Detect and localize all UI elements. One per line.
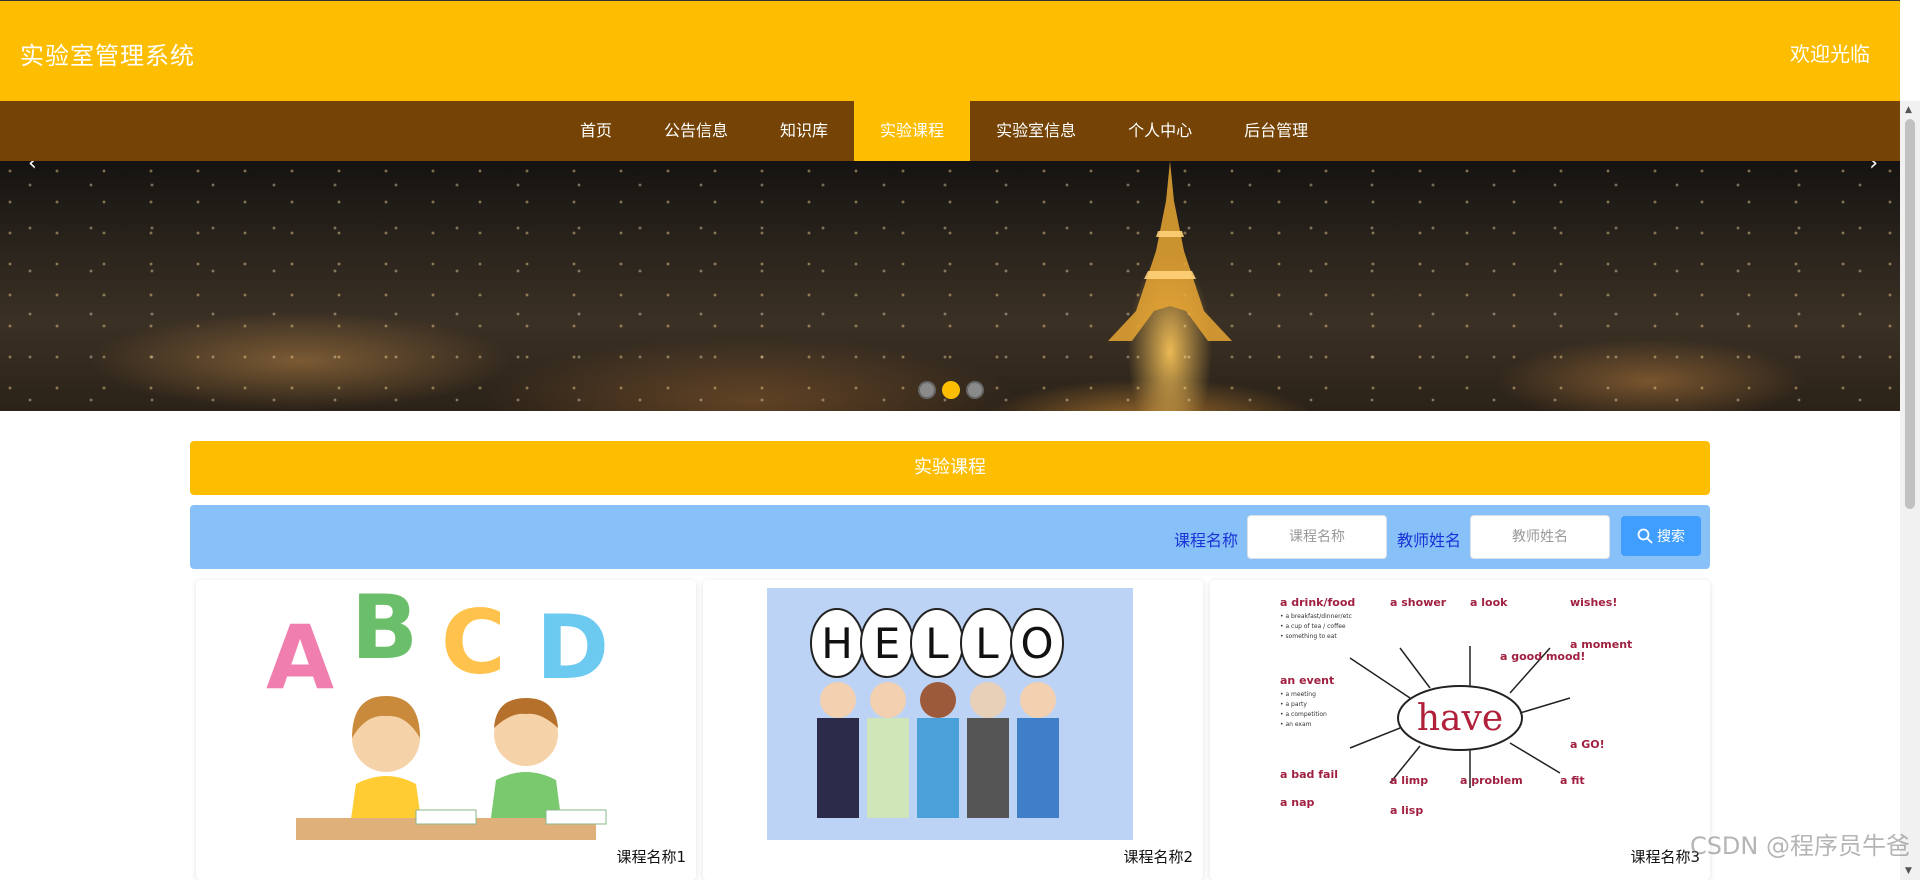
- svg-text:• a breakfast/dinner/etc: • a breakfast/dinner/etc: [1280, 613, 1352, 620]
- search-button[interactable]: 搜索: [1621, 516, 1701, 556]
- course-card[interactable]: H E L L O 课程名称2: [703, 580, 1203, 880]
- carousel-next-icon[interactable]: ›: [1869, 161, 1878, 176]
- nav-item-lab-info[interactable]: 实验室信息: [970, 101, 1102, 161]
- svg-text:H: H: [821, 619, 853, 668]
- section-title: 实验课程: [190, 441, 1710, 495]
- svg-text:a nap: a nap: [1280, 796, 1315, 809]
- teacher-name-label: 教师姓名: [1397, 531, 1462, 550]
- site-header: 实验室管理系统 欢迎光临: [0, 0, 1900, 101]
- site-title: 实验室管理系统: [20, 42, 195, 70]
- search-icon: [1637, 528, 1653, 544]
- banner-carousel: ‹ ›: [0, 161, 1900, 411]
- svg-text:a look: a look: [1470, 596, 1508, 609]
- svg-text:wishes!: wishes!: [1570, 596, 1617, 609]
- svg-text:a GO!: a GO!: [1570, 738, 1605, 751]
- nav-item-home[interactable]: 首页: [554, 101, 638, 161]
- course-image-hello: H E L L O: [767, 588, 1133, 840]
- svg-text:a shower: a shower: [1390, 596, 1447, 609]
- nav-item-lab-courses[interactable]: 实验课程: [854, 101, 971, 161]
- carousel-dot[interactable]: [966, 381, 984, 399]
- svg-text:a drink/food: a drink/food: [1280, 596, 1355, 609]
- svg-text:D: D: [536, 596, 609, 699]
- svg-text:a fit: a fit: [1560, 774, 1585, 787]
- svg-text:• a meeting: • a meeting: [1280, 691, 1316, 698]
- svg-text:• an exam: • an exam: [1280, 721, 1312, 728]
- watermark: CSDN @程序员牛爸: [1689, 832, 1910, 860]
- svg-text:an event: an event: [1280, 674, 1334, 687]
- search-button-label: 搜索: [1657, 529, 1685, 545]
- nav-item-knowledge-base[interactable]: 知识库: [754, 101, 854, 161]
- svg-text:O: O: [1020, 619, 1053, 668]
- course-name-label: 课程名称: [1174, 531, 1239, 550]
- scrollbar-thumb[interactable]: [1905, 119, 1915, 509]
- svg-text:E: E: [874, 619, 901, 668]
- course-card[interactable]: A B C D 课程名称1: [196, 580, 696, 880]
- teacher-name-input[interactable]: [1470, 515, 1610, 559]
- svg-text:B: B: [351, 588, 418, 679]
- nav-item-personal-center[interactable]: 个人中心: [1102, 101, 1218, 161]
- svg-text:• a cup of tea / coffee: • a cup of tea / coffee: [1280, 623, 1346, 630]
- svg-text:L: L: [925, 619, 949, 668]
- main-nav: 首页 公告信息 知识库 实验课程 实验室信息 个人中心 后台管理: [0, 101, 1900, 161]
- svg-text:L: L: [975, 619, 999, 668]
- svg-text:a bad fail: a bad fail: [1280, 768, 1338, 781]
- svg-text:a good mood!: a good mood!: [1500, 650, 1585, 663]
- course-name-input[interactable]: [1247, 515, 1387, 559]
- course-name[interactable]: 课程名称2: [1123, 846, 1193, 867]
- page-scrollbar[interactable]: ▲ ▼: [1900, 101, 1920, 880]
- svg-text:have: have: [1417, 698, 1503, 739]
- course-name[interactable]: 课程名称1: [616, 846, 686, 867]
- carousel-prev-icon[interactable]: ‹: [28, 161, 37, 176]
- svg-text:a problem: a problem: [1460, 774, 1523, 787]
- carousel-dot-active[interactable]: [942, 381, 960, 399]
- welcome-text: 欢迎光临: [1790, 42, 1870, 66]
- svg-text:• something to eat: • something to eat: [1280, 633, 1337, 640]
- scroll-down-icon[interactable]: ▼: [1905, 866, 1912, 876]
- svg-text:a moment: a moment: [1570, 638, 1632, 651]
- svg-text:a limp: a limp: [1390, 774, 1428, 787]
- course-image-have: have a drink/food a shower a look wishes! a…: [1270, 588, 1650, 840]
- svg-text:C: C: [441, 591, 506, 694]
- svg-text:a lisp: a lisp: [1390, 804, 1423, 817]
- course-image-abcd: A B C D: [266, 588, 609, 840]
- svg-text:A: A: [266, 606, 334, 709]
- scroll-up-icon[interactable]: ▲: [1905, 105, 1912, 115]
- eiffel-tower-image: [1108, 161, 1232, 341]
- carousel-indicators: [918, 381, 984, 399]
- svg-text:• a competition: • a competition: [1280, 711, 1327, 718]
- svg-text:• a party: • a party: [1280, 701, 1307, 708]
- search-bar: 课程名称 教师姓名 搜索: [190, 505, 1710, 569]
- course-card[interactable]: have a drink/food a shower a look wishes! a…: [1210, 580, 1710, 880]
- carousel-dot[interactable]: [918, 381, 936, 399]
- nav-item-announcements[interactable]: 公告信息: [638, 101, 754, 161]
- banner-image: [0, 161, 1900, 411]
- nav-item-admin[interactable]: 后台管理: [1218, 101, 1334, 161]
